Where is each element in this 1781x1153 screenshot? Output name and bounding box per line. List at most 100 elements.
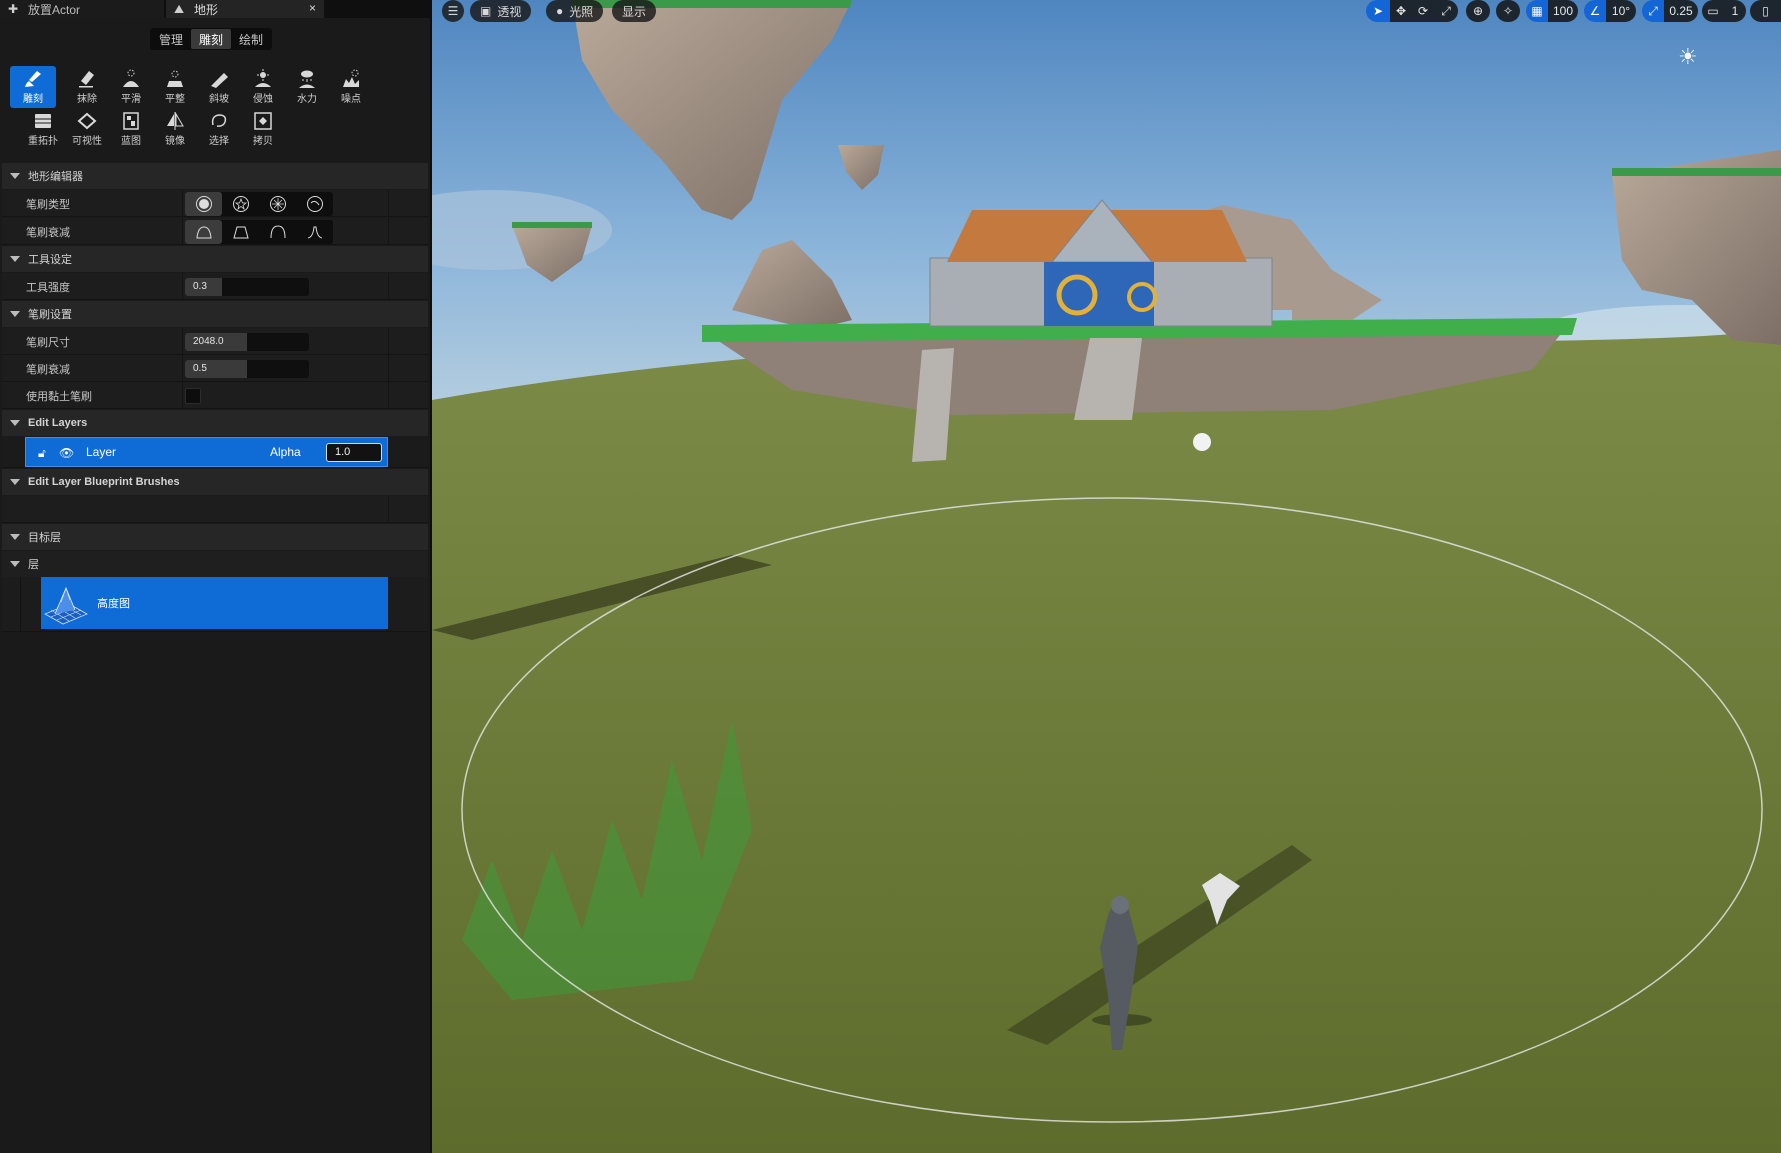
clay-brush-checkbox[interactable] (185, 388, 201, 404)
world-local-button[interactable]: ⊕ (1466, 0, 1490, 22)
section-terrain-editor[interactable]: 地形编辑器 (2, 163, 428, 189)
viewport-menu-button[interactable]: ☰ (442, 0, 464, 22)
tool-strength-input[interactable]: 0.3 (185, 278, 309, 296)
grid-snap-toggle[interactable]: ▦ (1526, 0, 1548, 22)
row-bp-brushes-empty (2, 496, 428, 523)
brush-size-input[interactable]: 2048.0 (185, 333, 309, 351)
section-layers[interactable]: 层 (2, 551, 428, 577)
tool-label: 抹除 (77, 94, 97, 105)
falloff-smooth[interactable] (185, 220, 222, 244)
tab-landscape[interactable]: ⛰ 地形 × (166, 0, 324, 18)
rotation-snap-value[interactable]: 10° (1606, 0, 1636, 22)
camera-speed-value[interactable]: 1 (1724, 0, 1746, 22)
section-target-layer[interactable]: 目标层 (2, 524, 428, 550)
collapse-arrow-icon[interactable] (10, 479, 20, 485)
prop-label: 使用黏土笔刷 (26, 390, 92, 403)
tool-flatten[interactable]: 平整 (152, 66, 198, 108)
surface-snap-button[interactable]: ✧ (1496, 0, 1520, 22)
collapse-arrow-icon[interactable] (10, 420, 20, 426)
tool-hydro[interactable]: 水力 (284, 66, 330, 108)
noise-icon (343, 69, 359, 87)
tool-blueprint[interactable]: 蓝图 (108, 108, 154, 150)
tool-label: 噪点 (341, 94, 361, 105)
layer-name: Layer (86, 445, 117, 459)
tool-smooth[interactable]: 平滑 (108, 66, 154, 108)
tab-place-actor[interactable]: ✚ 放置Actor (0, 0, 164, 18)
tool-label: 镜像 (165, 136, 185, 147)
level-viewport[interactable]: ☰ ▣ 透视 ● 光照 显示 ➤ ✥ ⟳ ⤢ ⊕ ✧ ▦ 100 ∠ 10° ⤢… (432, 0, 1781, 1153)
eye-icon[interactable]: 👁︎ (59, 446, 74, 460)
select-mode-button[interactable]: ➤ (1366, 0, 1390, 22)
show-label: 显示 (622, 4, 647, 19)
sphere-actor (1193, 433, 1211, 451)
rotation-snap-toggle[interactable]: ∠ (1584, 0, 1606, 22)
copy-icon (254, 112, 272, 130)
brush-type-circle[interactable] (185, 192, 222, 216)
tool-erase[interactable]: 抹除 (64, 66, 110, 108)
falloff-linear[interactable] (222, 220, 259, 244)
mode-paint[interactable]: 绘制 (231, 29, 271, 49)
brush-type-component[interactable] (296, 192, 333, 216)
perspective-button[interactable]: ▣ 透视 (470, 0, 532, 22)
lit-label: 光照 (569, 4, 594, 19)
translate-mode-button[interactable]: ✥ (1390, 0, 1412, 22)
section-title: 层 (28, 559, 39, 571)
tool-visibility[interactable]: 可视性 (64, 108, 110, 150)
section-title: Edit Layer Blueprint Brushes (28, 476, 180, 488)
brush-type-pattern[interactable] (259, 192, 296, 216)
scale-snap-value[interactable]: 0.25 (1664, 0, 1698, 22)
falloff-spherical[interactable] (259, 220, 296, 244)
divider (182, 328, 183, 355)
sculpt-brush-icon (25, 71, 41, 87)
collapse-arrow-icon[interactable] (10, 173, 20, 179)
section-edit-layers[interactable]: Edit Layers (2, 410, 428, 436)
alpha-input[interactable]: 1.0 (326, 443, 382, 462)
collapse-arrow-icon[interactable] (10, 534, 20, 540)
tool-select[interactable]: 选择 (196, 108, 242, 150)
collapse-arrow-icon[interactable] (10, 561, 20, 567)
section-brush-settings[interactable]: 笔刷设置 (2, 301, 428, 327)
falloff-tip[interactable] (296, 220, 333, 244)
blueprint-icon (123, 112, 139, 130)
tool-mirror[interactable]: 镜像 (152, 108, 198, 150)
collapse-arrow-icon[interactable] (10, 256, 20, 262)
value-text: 0.5 (193, 363, 207, 374)
unlock-icon[interactable]: 🔓︎ (38, 446, 46, 461)
tool-label: 选择 (209, 136, 229, 147)
section-edit-layer-bp-brushes[interactable]: Edit Layer Blueprint Brushes (2, 469, 428, 495)
target-layer-heightmap[interactable]: 高度图 (41, 577, 388, 629)
tab-landscape-label: 地形 (194, 2, 219, 17)
viewport-layout-button[interactable]: ▯ (1750, 0, 1781, 22)
scale-icon: ⤢ (1441, 3, 1451, 18)
tool-ramp[interactable]: 斜坡 (196, 66, 242, 108)
camera-speed-toggle[interactable]: ▭ (1702, 0, 1724, 22)
tool-copy[interactable]: 拷贝 (240, 108, 286, 150)
tool-noise[interactable]: 噪点 (328, 66, 374, 108)
close-icon[interactable]: × (309, 1, 316, 15)
tool-retopologize[interactable]: 重拓扑 (20, 108, 66, 150)
brush-type-selector (185, 192, 333, 216)
section-title: 目标层 (28, 532, 61, 544)
grid-snap-value[interactable]: 100 (1548, 0, 1578, 22)
tip-falloff-icon (307, 226, 322, 239)
collapse-arrow-icon[interactable] (10, 311, 20, 317)
brush-type-alpha[interactable] (222, 192, 259, 216)
show-button[interactable]: 显示 (612, 0, 657, 22)
tool-sculpt[interactable]: 雕刻 (10, 66, 56, 108)
section-tool-settings[interactable]: 工具设定 (2, 246, 428, 272)
scale-mode-button[interactable]: ⤢ (1434, 0, 1458, 22)
lit-mode-button[interactable]: ● 光照 (546, 0, 604, 22)
grass-ground (432, 330, 1781, 1153)
scale-snap-toggle[interactable]: ⤢ (1642, 0, 1664, 22)
tool-label: 雕刻 (23, 94, 43, 105)
tool-erosion[interactable]: 侵蚀 (240, 66, 286, 108)
sun-light-icon[interactable]: ☀ (1678, 44, 1698, 70)
mode-manage[interactable]: 管理 (151, 29, 191, 49)
brush-falloff-input[interactable]: 0.5 (185, 360, 309, 378)
scene-render[interactable] (432, 0, 1781, 1153)
row-brush-type: 笔刷类型 (2, 190, 428, 217)
ramp-icon (211, 73, 228, 88)
edit-layer-row[interactable]: 🔓︎ 👁︎ Layer Alpha 1.0 (25, 437, 388, 467)
rotate-mode-button[interactable]: ⟳ (1412, 0, 1434, 22)
mode-sculpt[interactable]: 雕刻 (191, 29, 232, 49)
